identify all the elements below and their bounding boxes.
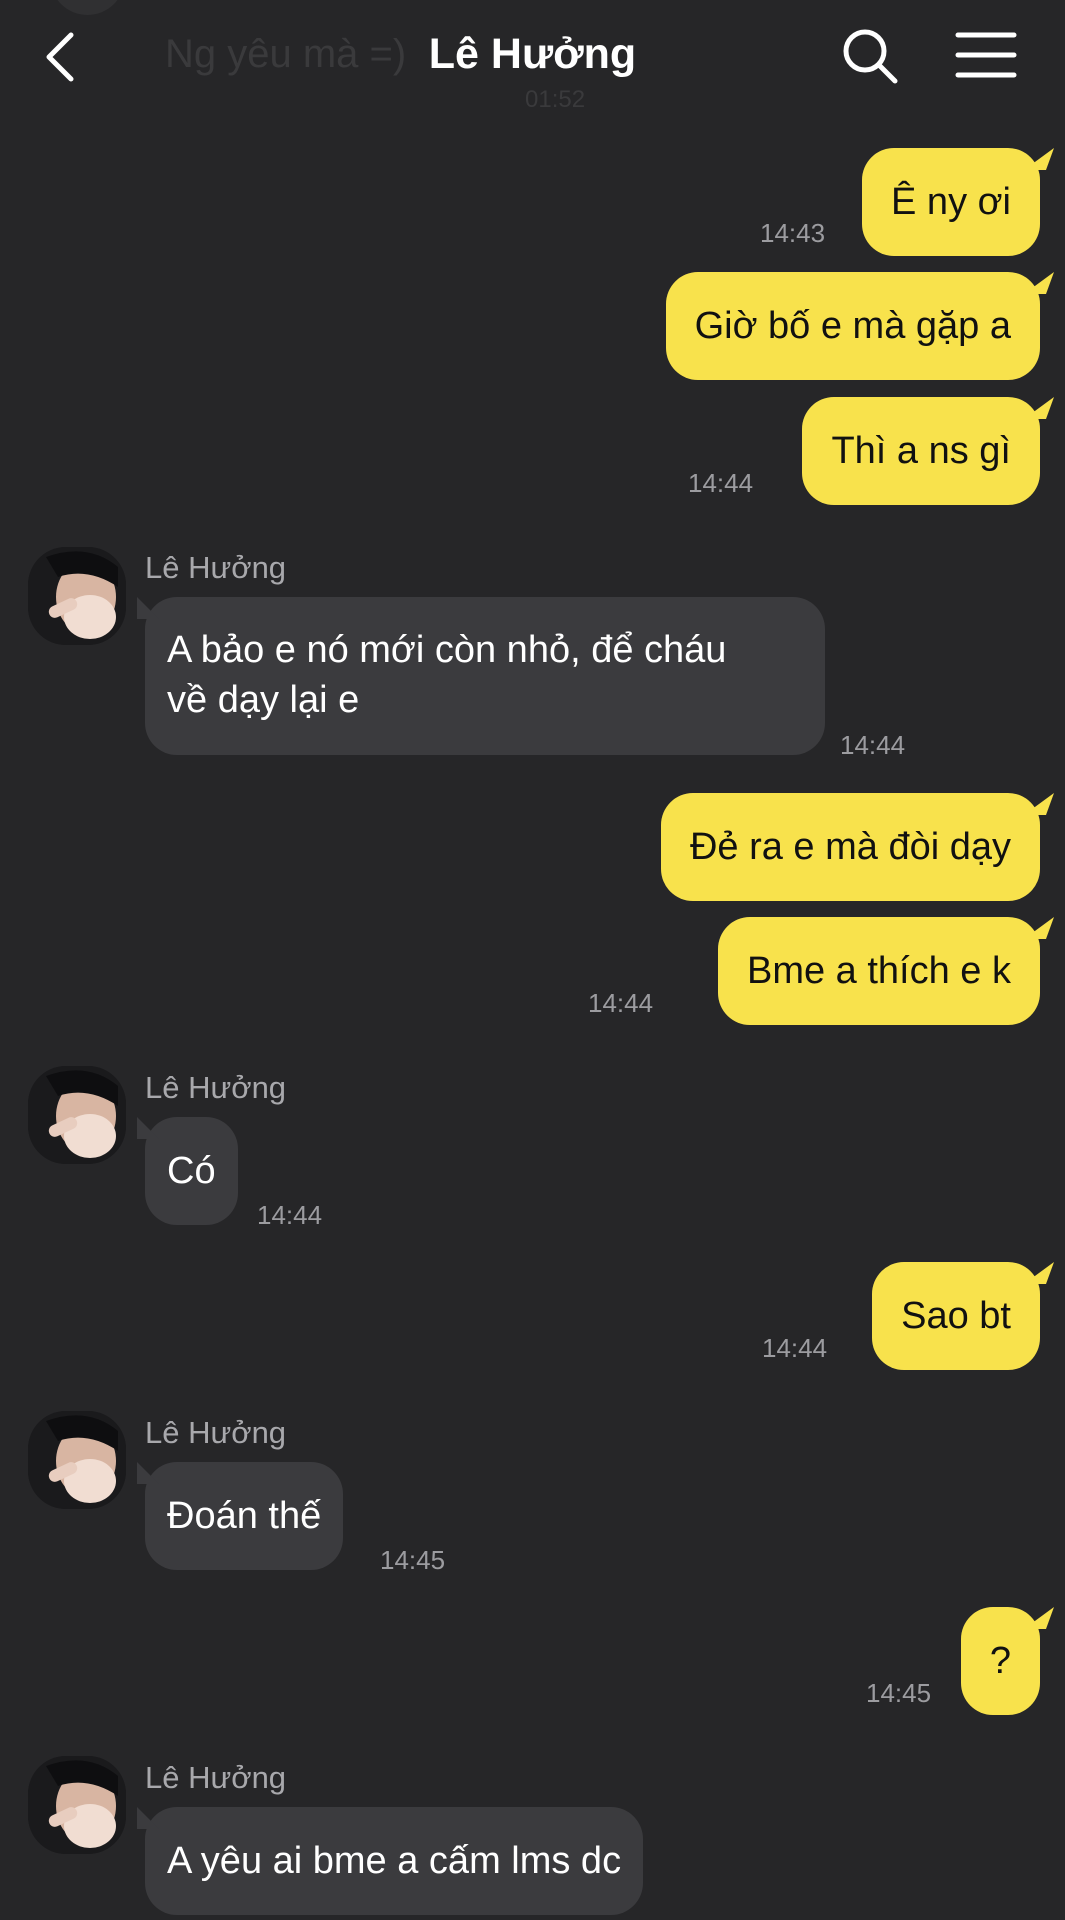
message-text: Đẻ ra e mà đòi dạy bbox=[689, 826, 1011, 868]
outgoing-message[interactable]: Sao bt bbox=[872, 1262, 1055, 1370]
message-text: Có bbox=[167, 1150, 216, 1192]
outgoing-message[interactable]: ? bbox=[960, 1607, 1055, 1715]
bubble-tail bbox=[137, 1807, 159, 1829]
chat-title: Lê Hưởng bbox=[428, 30, 637, 78]
bubble-tail bbox=[137, 1117, 159, 1139]
message-text: A yêu ai bme a cấm lms dc bbox=[167, 1840, 622, 1882]
previous-message-time: 01:52 bbox=[525, 86, 586, 113]
message-text: ? bbox=[989, 1640, 1011, 1682]
avatar[interactable] bbox=[28, 547, 126, 645]
avatar[interactable] bbox=[28, 1756, 126, 1854]
bubble-tail bbox=[137, 1462, 159, 1484]
chat-header: Ng yêu mà =) 01:52 Lê Hưởng bbox=[0, 0, 1065, 113]
message-text: Giờ bố e mà gặp a bbox=[694, 305, 1011, 347]
bubble-tail bbox=[1023, 1607, 1055, 1629]
message-time: 14:44 bbox=[588, 988, 654, 1018]
message-text: Thì a ns gì bbox=[831, 430, 1011, 472]
avatar-image bbox=[28, 1066, 126, 1164]
sender-name: Lê Hưởng bbox=[145, 550, 287, 585]
bubble-tail bbox=[1023, 793, 1055, 815]
message-time: 14:44 bbox=[257, 1200, 323, 1230]
incoming-message[interactable]: Đoán thế bbox=[137, 1462, 344, 1570]
bubble-tail bbox=[1023, 148, 1055, 170]
search-icon bbox=[843, 29, 898, 84]
avatar[interactable] bbox=[28, 1411, 126, 1509]
bubble-tail bbox=[1023, 1262, 1055, 1284]
incoming-message[interactable]: A bảo e nó mới còn nhỏ, để cháu về dạy l… bbox=[137, 597, 825, 755]
avatar-image bbox=[28, 1411, 126, 1509]
message-text-line: về dạy lại e bbox=[167, 679, 360, 721]
incoming-message[interactable]: A yêu ai bme a cấm lms dc bbox=[137, 1807, 644, 1915]
message-time: 14:45 bbox=[866, 1678, 932, 1708]
outgoing-message[interactable]: Bme a thích e k bbox=[717, 917, 1055, 1025]
avatar-image bbox=[28, 1756, 126, 1854]
message-time: 14:43 bbox=[760, 218, 826, 248]
outgoing-message[interactable]: Giờ bố e mà gặp a bbox=[665, 272, 1055, 380]
avatar[interactable] bbox=[28, 1066, 126, 1164]
bubble-tail bbox=[137, 597, 159, 619]
sender-name: Lê Hưởng bbox=[145, 1070, 287, 1105]
search-button[interactable] bbox=[840, 26, 900, 86]
sender-name: Lê Hưởng bbox=[145, 1760, 287, 1795]
message-text-line: A bảo e nó mới còn nhỏ, để cháu bbox=[167, 629, 727, 671]
outgoing-message[interactable]: Thì a ns gì bbox=[802, 397, 1055, 505]
menu-button[interactable] bbox=[955, 30, 1017, 80]
outgoing-message[interactable]: Đẻ ra e mà đòi dạy bbox=[660, 793, 1055, 901]
bubble-tail bbox=[1023, 917, 1055, 939]
message-time: 14:44 bbox=[688, 468, 754, 498]
message-time: 14:45 bbox=[380, 1545, 446, 1575]
message-text: Đoán thế bbox=[167, 1495, 322, 1537]
avatar-image bbox=[28, 547, 126, 645]
incoming-message[interactable]: Có bbox=[137, 1117, 238, 1225]
message-time: 14:44 bbox=[840, 730, 906, 760]
message-text: Ê ny ơi bbox=[891, 181, 1011, 223]
message-time: 14:44 bbox=[762, 1333, 828, 1363]
bubble-tail bbox=[1023, 272, 1055, 294]
message-text: Sao bt bbox=[901, 1295, 1011, 1337]
bubble-tail bbox=[1023, 397, 1055, 419]
outgoing-message[interactable]: Ê ny ơi bbox=[862, 148, 1055, 256]
sender-name: Lê Hưởng bbox=[145, 1415, 287, 1450]
message-text: Bme a thích e k bbox=[746, 950, 1011, 992]
previous-message-avatar bbox=[50, 0, 125, 15]
menu-icon bbox=[955, 32, 1017, 78]
